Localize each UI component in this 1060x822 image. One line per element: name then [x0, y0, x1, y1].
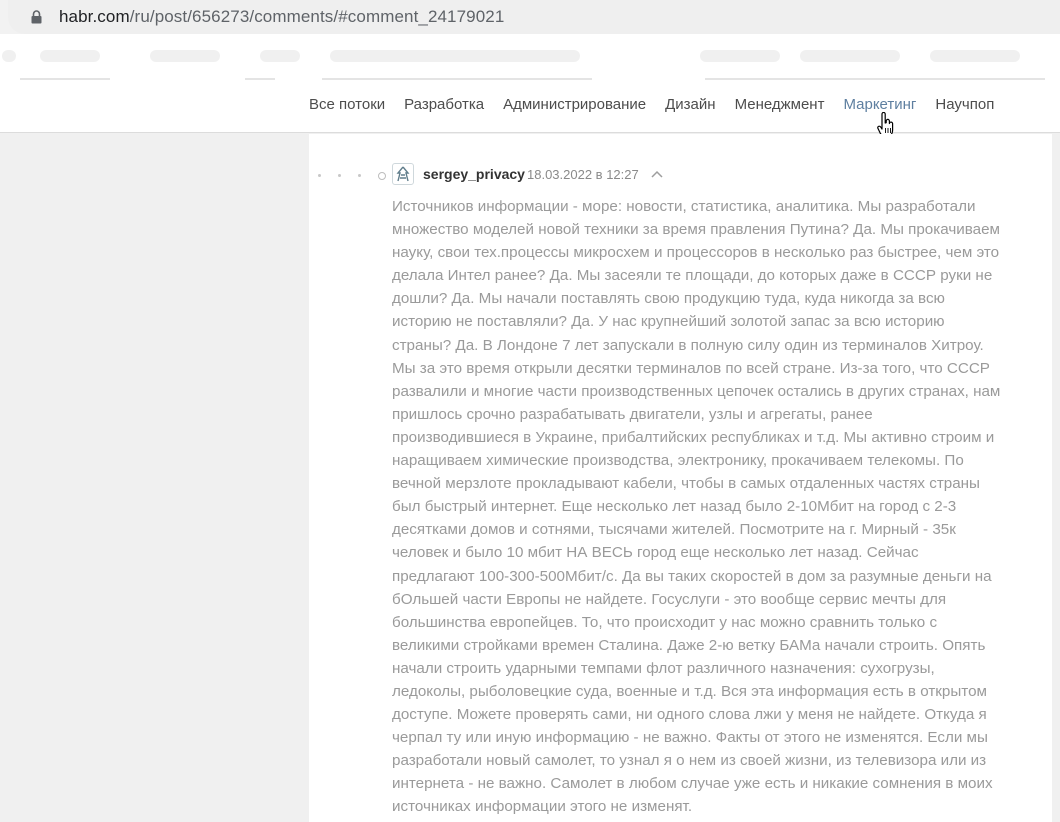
comment-line: делала Интел ранее? Да. Мы засеяли те пл… — [392, 267, 993, 285]
comment-line: человек и было 10 мбит НА ВЕСЬ город еще… — [392, 544, 919, 562]
comment-line: множество моделей новой техники за время… — [392, 221, 1000, 239]
comment-line: большинства европейцев. То, что происход… — [392, 613, 938, 631]
bookmark-item[interactable] — [700, 50, 780, 62]
nav-item-develop[interactable]: Разработка — [404, 96, 484, 113]
comment-line: был быстрый интернет. Еще несколько лет … — [392, 498, 957, 516]
depth-dot — [338, 174, 341, 177]
nav-item-all[interactable]: Все потоки — [309, 96, 385, 113]
comment-line: ледоколы, рыболовецкие суда, военные и т… — [392, 682, 987, 700]
comment-line: разработали новый самолет, то узнал я о … — [392, 752, 987, 770]
comment-line: начали строить ударными темпами флот раз… — [392, 659, 935, 677]
comment-line: черпал ту или иную информацию - не важно… — [392, 729, 988, 747]
depth-dot — [318, 174, 321, 177]
comment-line: Мы за это время открыли десятки терминал… — [392, 359, 990, 377]
comment-line: вечной мерзлоте прокладывают кабели, что… — [392, 475, 980, 493]
thread-depth-indicator — [318, 172, 386, 180]
bookmark-item[interactable] — [40, 50, 100, 62]
nav-item-popsci[interactable]: Научпоп — [935, 96, 994, 113]
url-path: /ru/post/656273/comments/#comment_241790… — [129, 7, 505, 26]
comment-line: страны? Да. В Лондоне 7 лет запускали в … — [392, 336, 984, 354]
lock-icon[interactable] — [31, 10, 42, 24]
bookmark-item[interactable] — [150, 50, 220, 62]
address-bar[interactable]: habr.com/ru/post/656273/comments/#commen… — [8, 0, 1060, 34]
avatar[interactable] — [392, 163, 414, 185]
nav-item-design[interactable]: Дизайн — [665, 96, 715, 113]
comment-line: интернета - не важно. Самолет в любом сл… — [392, 775, 993, 793]
nav-item-admin[interactable]: Администрирование — [503, 96, 646, 113]
comment-line: пришлось срочно разрабатывать двигатели,… — [392, 405, 873, 423]
habr-nav-bar: Все потоки Разработка Администрирование … — [0, 80, 1060, 133]
comment-line: бОльшей части Европы не найдете. Госуслу… — [392, 590, 947, 608]
bookmarks-bar — [0, 34, 1060, 80]
bookmark-item[interactable] — [2, 50, 16, 62]
bookmark-item[interactable] — [330, 50, 580, 62]
comment-line: великими стройками времен Сталина. Даже … — [392, 636, 986, 654]
comment-line: развалили и многие части производственны… — [392, 382, 1001, 400]
url-host: habr.com — [59, 7, 130, 26]
browser-toolbar: habr.com/ru/post/656273/comments/#commen… — [0, 0, 1060, 34]
comment-line: науку, свои тех.процессы микросхем и про… — [392, 244, 1000, 262]
bookmark-item[interactable] — [800, 50, 900, 62]
depth-ring — [378, 172, 386, 180]
url-text[interactable]: habr.com/ru/post/656273/comments/#commen… — [59, 7, 504, 27]
bookmark-item[interactable] — [260, 50, 300, 62]
comment-line: производившиеся в Украине, прибалтийских… — [392, 428, 995, 446]
comment-line: Источников информации - море: новости, с… — [392, 198, 976, 215]
comment-line: наращиваем химические производства, элек… — [392, 452, 964, 470]
comment-line: предлагают 100-300-500Мбит/с. Да вы таки… — [392, 567, 992, 585]
comment-line: десятками домов и сотнями, тысячами жите… — [392, 521, 956, 539]
comment-date[interactable]: 18.03.2022 в 12:27 — [527, 167, 639, 182]
bookmark-item[interactable] — [930, 50, 1020, 62]
depth-dot — [358, 174, 361, 177]
nav-item-marketing[interactable]: Маркетинг — [843, 96, 916, 113]
comment-line: источниках информации этого не изменят. — [392, 798, 693, 816]
comment-body: Источников информации - море: новости, с… — [392, 195, 1032, 819]
comment-line: доступе. Можете проверять сами, ни одног… — [392, 706, 987, 724]
chevron-up-icon[interactable] — [651, 170, 663, 178]
comment-line: дошли? Да. Мы начали поставлять свою про… — [392, 290, 945, 308]
user-avatar-icon — [396, 166, 410, 182]
flows-nav: Все потоки Разработка Администрирование … — [309, 96, 1013, 113]
comment-line: историю не поставляли? Да. У нас крупней… — [392, 313, 945, 331]
nav-item-management[interactable]: Менеджмент — [735, 96, 825, 113]
comment-author[interactable]: sergey_privacy — [423, 166, 525, 182]
